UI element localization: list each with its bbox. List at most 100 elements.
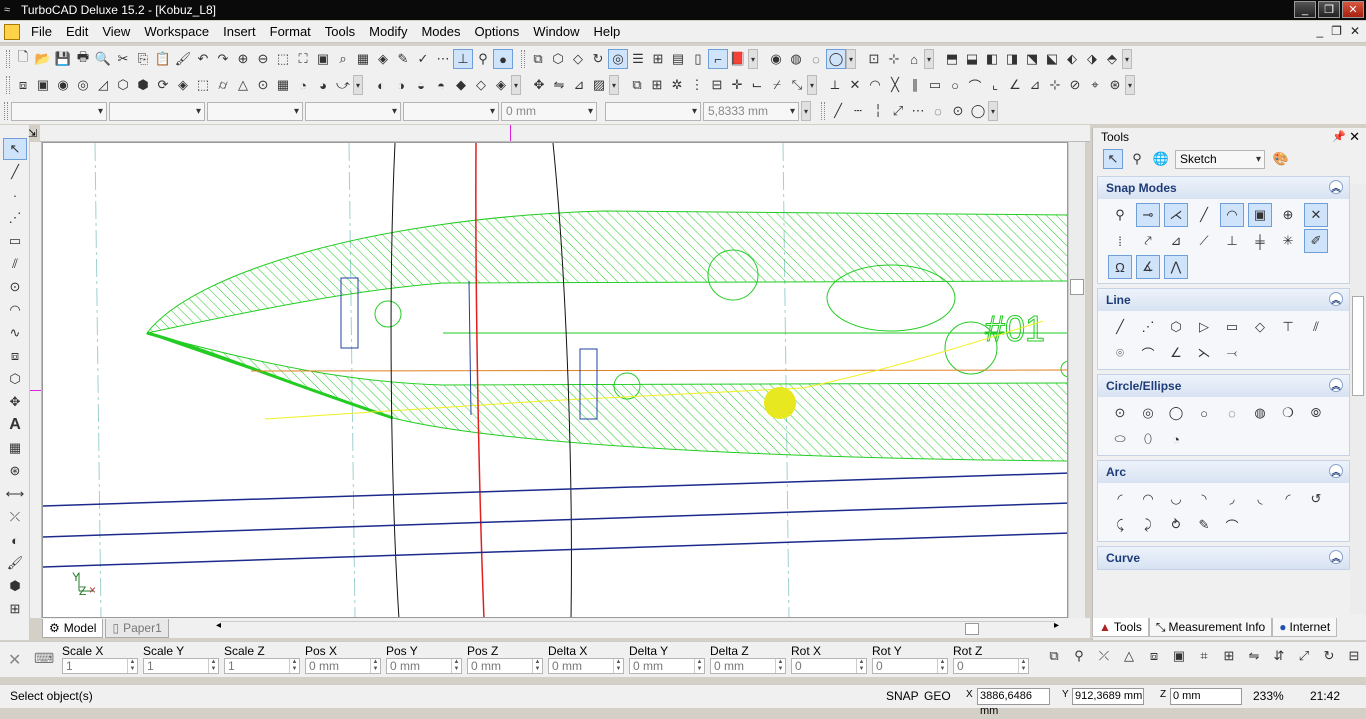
ucs-rotate-icon[interactable]: ⌂ bbox=[904, 49, 924, 69]
crop-icon[interactable]: ⌗ bbox=[1194, 646, 1214, 666]
menu-file[interactable]: File bbox=[24, 24, 59, 39]
circle-center-point-icon[interactable]: ⊙ bbox=[1108, 401, 1132, 425]
tab-paper1[interactable]: ▯ Paper1 bbox=[105, 618, 169, 638]
view-iso-icon[interactable]: ◇ bbox=[568, 49, 588, 69]
dimension-tool-icon[interactable]: ⟷ bbox=[3, 483, 27, 505]
toolbar-overflow[interactable]: ▾ bbox=[924, 49, 934, 69]
perpendicular-line-icon[interactable]: ⊤ bbox=[1276, 315, 1300, 339]
snap-indicator[interactable]: SNAP bbox=[886, 689, 919, 703]
line-point-icon[interactable]: ╱ bbox=[828, 101, 848, 121]
insert-symbol-icon[interactable]: ⊛ bbox=[3, 460, 27, 482]
parallel-line-icon[interactable]: ⫽ bbox=[1304, 315, 1328, 339]
toolbar-overflow[interactable]: ▾ bbox=[801, 101, 811, 121]
document-icon[interactable] bbox=[4, 23, 20, 40]
arc-center-icon[interactable]: ◜ bbox=[1108, 487, 1132, 511]
arc-tan-line-icon[interactable]: ⤹ bbox=[1108, 513, 1132, 537]
render-hidden-icon[interactable]: ◍ bbox=[786, 49, 806, 69]
snap-parallel-icon[interactable]: ⟋ bbox=[1192, 229, 1216, 253]
arc-tan-circle-icon[interactable]: ⤸ bbox=[1136, 513, 1160, 537]
book-icon[interactable]: 📕 bbox=[728, 49, 748, 69]
menu-format[interactable]: Format bbox=[263, 24, 318, 39]
snap-free-icon[interactable]: ✳ bbox=[1276, 229, 1300, 253]
scale-icon[interactable]: ⤢ bbox=[1294, 646, 1314, 666]
line-tool-icon[interactable]: ╱ bbox=[3, 161, 27, 183]
stretch-icon[interactable]: ⌙ bbox=[747, 75, 767, 95]
double-line-tool-icon[interactable]: ⫽ bbox=[3, 253, 27, 275]
ellipse-icon[interactable]: ⬭ bbox=[1108, 427, 1132, 451]
spinner-icon[interactable]: ▲ ▼ bbox=[208, 659, 218, 673]
snap-magnet-icon[interactable]: ⚲ bbox=[473, 49, 493, 69]
paste-icon[interactable]: 📋 bbox=[153, 49, 173, 69]
field-input[interactable]: 0 mm ▲ ▼ bbox=[467, 658, 543, 674]
spinner-icon[interactable]: ▲ ▼ bbox=[532, 659, 542, 673]
circle-3pt-icon[interactable]: ○ bbox=[1192, 401, 1216, 425]
keyboard-icon[interactable]: ⌨ bbox=[34, 650, 54, 667]
material-tool-icon[interactable]: ⬢ bbox=[3, 575, 27, 597]
zoom-window-icon[interactable]: ⬚ bbox=[273, 49, 293, 69]
menu-tools[interactable]: Tools bbox=[318, 24, 362, 39]
menu-modify[interactable]: Modify bbox=[362, 24, 414, 39]
rotated-rect-icon[interactable]: ◇ bbox=[1248, 315, 1272, 339]
rectangle-icon[interactable]: ▭ bbox=[1220, 315, 1244, 339]
concentric-circle-icon[interactable]: ◎ bbox=[1136, 401, 1160, 425]
snap-toggle-icon[interactable]: ⚲ bbox=[1069, 646, 1089, 666]
fixed-ellipse-icon[interactable]: ◔ bbox=[1164, 427, 1188, 451]
spinner-icon[interactable]: ▲ ▼ bbox=[127, 659, 137, 673]
chamfer-icon[interactable]: ◕ bbox=[313, 75, 333, 95]
view-se-icon[interactable]: ⬖ bbox=[1062, 49, 1082, 69]
hscroll-thumb[interactable] bbox=[965, 623, 979, 635]
arc-double-icon[interactable]: ◠ bbox=[1136, 487, 1160, 511]
geo-indicator[interactable]: GEO bbox=[924, 689, 951, 703]
triangle-warning-icon[interactable]: △ bbox=[1119, 646, 1139, 666]
ortho-icon[interactable]: ⊥ bbox=[453, 49, 473, 69]
snap-nearest-icon[interactable]: ⋌ bbox=[1164, 203, 1188, 227]
break-icon[interactable]: ⌿ bbox=[767, 75, 787, 95]
image-icon[interactable]: ▨ bbox=[589, 75, 609, 95]
snap-perp-icon[interactable]: ⟂ bbox=[825, 75, 845, 95]
snap-magnetic-icon[interactable]: Ω bbox=[1108, 255, 1132, 279]
snap-triangle-icon[interactable]: ⋀ bbox=[1164, 255, 1188, 279]
sweep-icon[interactable]: ⤻ bbox=[333, 75, 353, 95]
grid-icon[interactable]: ⋯ bbox=[433, 49, 453, 69]
panel-header[interactable]: Curve ︽ bbox=[1098, 547, 1349, 569]
spinner-icon[interactable]: ▲ ▼ bbox=[856, 659, 866, 673]
spell-check-icon[interactable]: ✓ bbox=[413, 49, 433, 69]
toolbar-overflow[interactable]: ▾ bbox=[353, 75, 363, 95]
circle-tan-3-icon[interactable]: ❍ bbox=[1276, 401, 1300, 425]
spinner-icon[interactable]: ▲ ▼ bbox=[370, 659, 380, 673]
snap-quad-icon[interactable]: ⌖ bbox=[1085, 75, 1105, 95]
collapse-icon[interactable]: ︽ bbox=[1329, 292, 1343, 306]
curve-tool-icon[interactable]: ∿ bbox=[3, 322, 27, 344]
save-icon[interactable]: 💾 bbox=[53, 49, 73, 69]
toolbar-overflow[interactable]: ▾ bbox=[1125, 75, 1135, 95]
view-ne-icon[interactable]: ⬗ bbox=[1082, 49, 1102, 69]
array-icon[interactable]: ⊞ bbox=[647, 75, 667, 95]
palette-select[interactable]: Sketch bbox=[1175, 149, 1265, 169]
view-nw-icon[interactable]: ⬘ bbox=[1102, 49, 1122, 69]
view-left-icon[interactable]: ◧ bbox=[982, 49, 1002, 69]
render-icon[interactable]: ▦ bbox=[353, 49, 373, 69]
toolbar-overflow[interactable]: ▾ bbox=[511, 75, 521, 95]
copy-objects-icon[interactable]: ⧉ bbox=[627, 75, 647, 95]
loft-icon[interactable]: ◈ bbox=[173, 75, 193, 95]
menu-modes[interactable]: Modes bbox=[414, 24, 467, 39]
spinner-icon[interactable]: ▲ ▼ bbox=[289, 659, 299, 673]
blocks-icon[interactable]: ⊞ bbox=[648, 49, 668, 69]
snap-angle-icon[interactable]: ∠ bbox=[1005, 75, 1025, 95]
tab-tools[interactable]: ▲ Tools bbox=[1092, 618, 1149, 637]
toolbar-overflow[interactable]: ▾ bbox=[846, 49, 856, 69]
field-input[interactable]: 0 ▲ ▼ bbox=[953, 658, 1029, 674]
tab-model[interactable]: ⚙ Model bbox=[42, 618, 104, 638]
text-tool-icon[interactable]: A bbox=[3, 414, 27, 436]
field-input[interactable]: 0 mm ▲ ▼ bbox=[629, 658, 705, 674]
shell-icon[interactable]: ⬚ bbox=[193, 75, 213, 95]
width-select[interactable]: 0 mm bbox=[501, 101, 597, 121]
layer-icon[interactable]: ◈ bbox=[373, 49, 393, 69]
spinner-icon[interactable]: ▲ ▼ bbox=[937, 659, 947, 673]
rotated-ellipse-icon[interactable]: ⬯ bbox=[1136, 427, 1160, 451]
multi-line-icon[interactable]: ⋰ bbox=[1136, 315, 1160, 339]
panel-header[interactable]: Line ︽ bbox=[1098, 289, 1349, 311]
field-input[interactable]: 0 ▲ ▼ bbox=[872, 658, 948, 674]
collapse-icon[interactable]: ︽ bbox=[1329, 464, 1343, 478]
hatch-tool-icon[interactable]: ▦ bbox=[3, 437, 27, 459]
